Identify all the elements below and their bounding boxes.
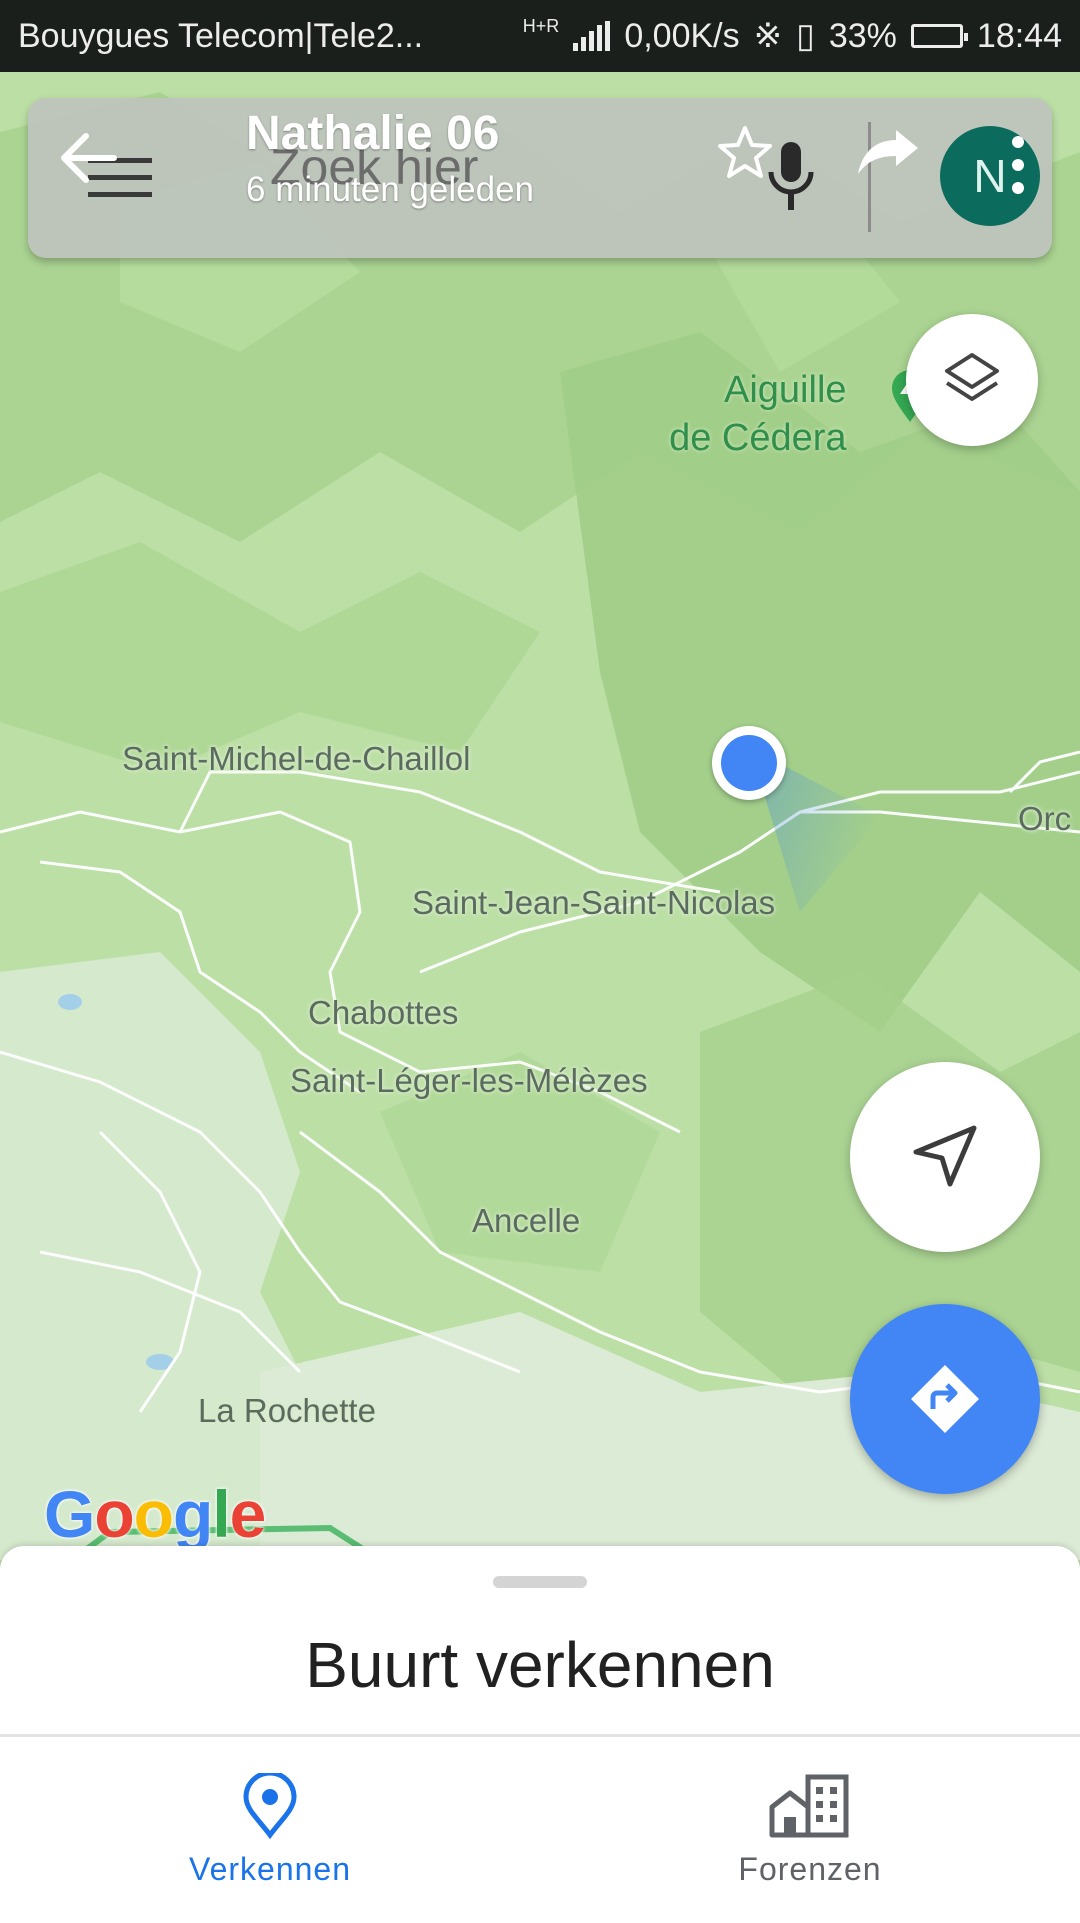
map-label-la-rochette[interactable]: La Rochette xyxy=(198,1392,376,1430)
layers-button[interactable] xyxy=(906,314,1038,446)
map-label-saint-jean[interactable]: Saint-Jean-Saint-Nicolas xyxy=(412,884,775,922)
sheet-drag-handle[interactable] xyxy=(493,1576,587,1588)
bluetooth-icon: ※ xyxy=(753,17,783,55)
map-label-orc[interactable]: Orc xyxy=(1018,800,1071,838)
navigation-arrow-icon xyxy=(913,1125,977,1187)
poi-label-line2: de Cédera xyxy=(669,417,847,459)
directions-icon xyxy=(911,1365,979,1433)
explore-bottom-sheet[interactable]: Buurt verkennen xyxy=(0,1546,1080,1736)
network-type-label: H+R xyxy=(522,15,560,36)
google-logo-letter: g xyxy=(173,1477,213,1551)
location-dot-core xyxy=(721,735,777,791)
more-options-icon[interactable] xyxy=(1008,132,1028,198)
shared-location-top-bar: Zoek hier Nathalie 06 6 minuten geleden … xyxy=(28,98,1052,258)
signal-strength-icon xyxy=(573,21,611,51)
google-logo-letter: o xyxy=(133,1477,174,1551)
share-arrow-icon[interactable] xyxy=(856,128,920,180)
current-location-dot[interactable] xyxy=(712,726,786,800)
my-location-button[interactable] xyxy=(850,1062,1040,1252)
data-rate: 0,00K/s xyxy=(624,16,740,55)
tab-forenzen[interactable]: Forenzen xyxy=(540,1737,1080,1923)
back-arrow-icon[interactable] xyxy=(58,130,118,186)
commute-buildings-icon xyxy=(769,1774,849,1838)
google-logo-letter: o xyxy=(94,1477,134,1551)
map-label-ancelle[interactable]: Ancelle xyxy=(472,1202,580,1240)
map-label-saint-michel[interactable]: Saint-Michel-de-Chaillol xyxy=(122,740,470,778)
google-logo: Google xyxy=(44,1476,267,1552)
microphone-icon[interactable] xyxy=(766,140,816,214)
layers-icon xyxy=(945,353,999,401)
shared-contact-name: Nathalie 06 xyxy=(246,107,500,160)
sheet-title: Buurt verkennen xyxy=(305,1629,775,1701)
tab-verkennen[interactable]: Verkennen xyxy=(0,1737,540,1923)
battery-icon xyxy=(910,24,968,48)
map-label-chabottes[interactable]: Chabottes xyxy=(308,994,458,1032)
google-logo-letter: G xyxy=(44,1477,95,1551)
tab-label: Verkennen xyxy=(188,1851,351,1887)
google-logo-letter: e xyxy=(229,1477,267,1551)
poi-aiguille-de-cedera[interactable]: Aiguille de Cédera xyxy=(664,366,847,462)
google-logo-letter: l xyxy=(212,1477,230,1551)
poi-label-line1: Aiguille xyxy=(724,369,847,411)
battery-percentage: 33% xyxy=(828,16,897,55)
location-pin-icon xyxy=(243,1773,297,1839)
status-bar: Bouygues Telecom|Tele2... H+R 0,00K/s ※ … xyxy=(0,0,1080,72)
avatar-letter: N xyxy=(973,150,1007,202)
carrier-name: Bouygues Telecom|Tele2... xyxy=(18,16,424,55)
bottom-navigation: Verkennen Forenzen xyxy=(0,1734,1080,1923)
status-icons: H+R 0,00K/s ※ ▯ 33% 18:44 xyxy=(523,16,1062,56)
clock: 18:44 xyxy=(976,16,1062,55)
tab-label: Forenzen xyxy=(738,1851,882,1887)
map-label-saint-leger[interactable]: Saint-Léger-les-Mélèzes xyxy=(290,1062,648,1100)
directions-button[interactable] xyxy=(850,1304,1040,1494)
last-update-time: 6 minuten geleden xyxy=(246,170,534,209)
vibrate-icon: ▯ xyxy=(796,17,815,55)
